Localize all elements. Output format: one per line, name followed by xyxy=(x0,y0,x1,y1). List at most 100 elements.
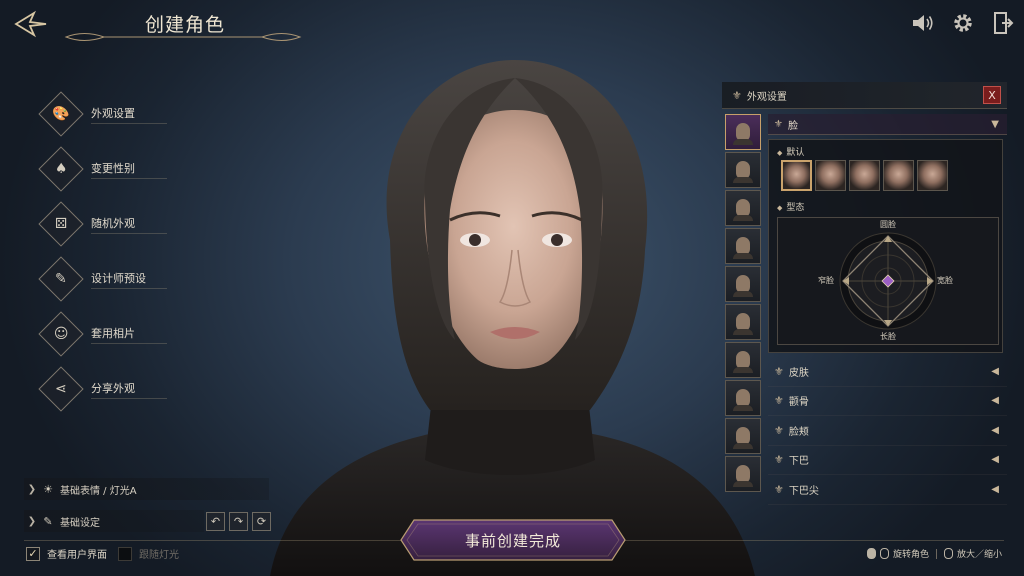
radar-graphic xyxy=(839,232,937,330)
category-label: 颧骨 xyxy=(788,397,809,409)
head-silhouette-icon xyxy=(733,161,753,183)
panel-header: ⚜ 外观设置 X xyxy=(722,82,1007,109)
expression-lighting-bar[interactable]: ❯ ☀ 基础表情 / 灯光A xyxy=(24,478,269,500)
face-header[interactable]: ⚜ 脸 ▼ xyxy=(768,114,1007,135)
collapse-arrow-icon: ◀ xyxy=(991,365,999,377)
radar-bottom-label: 长脸 xyxy=(880,332,896,341)
face-preset-item[interactable] xyxy=(725,418,761,454)
head-silhouette-icon xyxy=(733,351,753,373)
category-item[interactable]: ⚜ 脸颊 ◀ xyxy=(768,416,1007,446)
fleur-icon: ⚜ xyxy=(774,364,784,378)
menu-label: 变更性别 xyxy=(91,158,167,179)
show-ui-checkbox[interactable]: ✓ xyxy=(26,546,40,561)
gender-cards-icon: ♠ xyxy=(38,145,84,192)
zoom-hint-label: 放大／缩小 xyxy=(956,550,1002,560)
default-label-row: ◆ 默认 xyxy=(777,148,805,158)
menu-label: 外观设置 xyxy=(91,103,167,124)
face-thumbnail[interactable] xyxy=(781,160,812,191)
rotate-hint-label: 旋转角色 xyxy=(892,550,929,560)
basic-settings-label: 基础设定 xyxy=(60,517,100,529)
share-icon: ⋖ xyxy=(38,365,84,412)
character-portrait xyxy=(270,60,755,576)
category-label: 下巴 xyxy=(788,456,809,468)
face-shape-radar[interactable]: 圆脸 窄脸 宽脸 长脸 xyxy=(777,217,999,345)
top-icons xyxy=(910,10,1016,36)
fleur-icon: ⚜ xyxy=(774,118,783,130)
radar-left-label: 窄脸 xyxy=(818,276,834,285)
face-label: 脸 xyxy=(787,120,798,132)
radar-right-label: 宽脸 xyxy=(937,276,953,285)
designer-cards-icon: ✎ xyxy=(38,255,84,302)
shape-label: 型态 xyxy=(786,203,805,213)
collapse-arrow-icon: ◀ xyxy=(991,395,999,407)
close-button[interactable]: X xyxy=(983,86,1001,104)
follow-light-label: 跟随灯光 xyxy=(139,550,179,561)
category-label: 脸颊 xyxy=(788,426,809,438)
basic-settings-bar[interactable]: ❯ ✎ 基础设定 xyxy=(24,510,204,532)
face-preset-item[interactable] xyxy=(725,228,761,264)
game-logo-icon[interactable] xyxy=(14,10,48,38)
face-preset-item[interactable] xyxy=(725,266,761,302)
panel-title: 外观设置 xyxy=(746,91,787,103)
menu-random-appearance[interactable]: ⚄ 随机外观 xyxy=(36,196,196,251)
category-item[interactable]: ⚜ 皮肤 ◀ xyxy=(768,357,1007,387)
radar-top-label: 圆脸 xyxy=(880,220,896,229)
menu-label: 随机外观 xyxy=(91,213,167,234)
history-controls: ↶ ↷ ⟳ xyxy=(206,512,271,531)
menu-change-gender[interactable]: ♠ 变更性别 xyxy=(36,141,196,196)
fleur-icon: ⚜ xyxy=(774,482,784,496)
face-thumbnails xyxy=(781,160,948,191)
control-hints: 旋转角色 放大／缩小 xyxy=(866,547,1002,560)
face-preset-item[interactable] xyxy=(725,190,761,226)
collapse-arrow-icon: ◀ xyxy=(991,483,999,495)
chevron-right-icon: ❯ xyxy=(27,515,37,527)
mouse-left-icon xyxy=(866,548,876,559)
category-item[interactable]: ⚜ 下巴 ◀ xyxy=(768,446,1007,475)
face-thumbnail[interactable] xyxy=(849,160,880,191)
category-label: 皮肤 xyxy=(788,367,809,379)
fleur-icon: ⚜ xyxy=(774,394,784,408)
redo-icon[interactable]: ↷ xyxy=(229,512,248,531)
menu-label: 套用相片 xyxy=(91,323,167,344)
face-preset-item[interactable] xyxy=(725,380,761,416)
menu-apply-photo[interactable]: ☺ 套用相片 xyxy=(36,306,196,361)
menu-appearance-settings[interactable]: 🎨 外观设置 xyxy=(36,86,196,141)
title-ornament xyxy=(64,33,302,41)
palette-icon: 🎨 xyxy=(38,90,84,137)
category-item[interactable]: ⚜ 下巴尖 ◀ xyxy=(768,475,1007,505)
face-thumbnail[interactable] xyxy=(917,160,948,191)
face-preset-item[interactable] xyxy=(725,456,761,492)
face-preset-item[interactable] xyxy=(725,114,761,150)
face-preset-item[interactable] xyxy=(725,304,761,340)
shape-label-row: ◆ 型态 xyxy=(777,203,805,213)
follow-light-checkbox-row[interactable]: 跟随灯光 xyxy=(118,546,179,561)
exit-door-icon[interactable] xyxy=(990,10,1016,36)
face-thumbnail[interactable] xyxy=(815,160,846,191)
face-preset-item[interactable] xyxy=(725,152,761,188)
menu-designer-presets[interactable]: ✎ 设计师预设 xyxy=(36,251,196,306)
default-label: 默认 xyxy=(786,148,805,158)
show-ui-checkbox-row[interactable]: ✓ 查看用户界面 xyxy=(26,546,107,561)
chevron-down-icon: ▼ xyxy=(991,118,999,130)
photo-icon: ☺ xyxy=(38,310,84,357)
face-preset-item[interactable] xyxy=(725,342,761,378)
gear-icon[interactable] xyxy=(950,10,976,36)
face-preset-list xyxy=(725,114,761,494)
expression-lighting-label: 基础表情 / 灯光A xyxy=(60,485,137,497)
menu-label: 设计师预设 xyxy=(91,268,167,289)
category-list: ⚜ 皮肤 ◀ ⚜ 颧骨 ◀ ⚜ 脸颊 ◀ ⚜ 下巴 ◀ ⚜ 下巴尖 ◀ xyxy=(768,357,1007,505)
dice-icon: ⚄ xyxy=(38,200,84,247)
menu-share-appearance[interactable]: ⋖ 分享外观 xyxy=(36,361,196,416)
head-silhouette-icon xyxy=(733,123,753,145)
complete-creation-button[interactable]: 事前创建完成 xyxy=(400,519,626,561)
follow-light-checkbox[interactable] xyxy=(118,546,132,561)
face-section: ⚜ 脸 ▼ ◆ 默认 ◆ 型态 圆脸 窄脸 宽脸 长脸 xyxy=(768,114,1007,353)
undo-icon[interactable]: ↶ xyxy=(206,512,225,531)
reset-icon[interactable]: ⟳ xyxy=(252,512,271,531)
face-body: ◆ 默认 ◆ 型态 圆脸 窄脸 宽脸 长脸 xyxy=(768,139,1003,353)
speaker-icon[interactable] xyxy=(910,10,936,36)
category-item[interactable]: ⚜ 颧骨 ◀ xyxy=(768,387,1007,416)
face-thumbnail[interactable] xyxy=(883,160,914,191)
mouse-wheel-icon xyxy=(943,548,953,559)
head-silhouette-icon xyxy=(733,465,753,487)
